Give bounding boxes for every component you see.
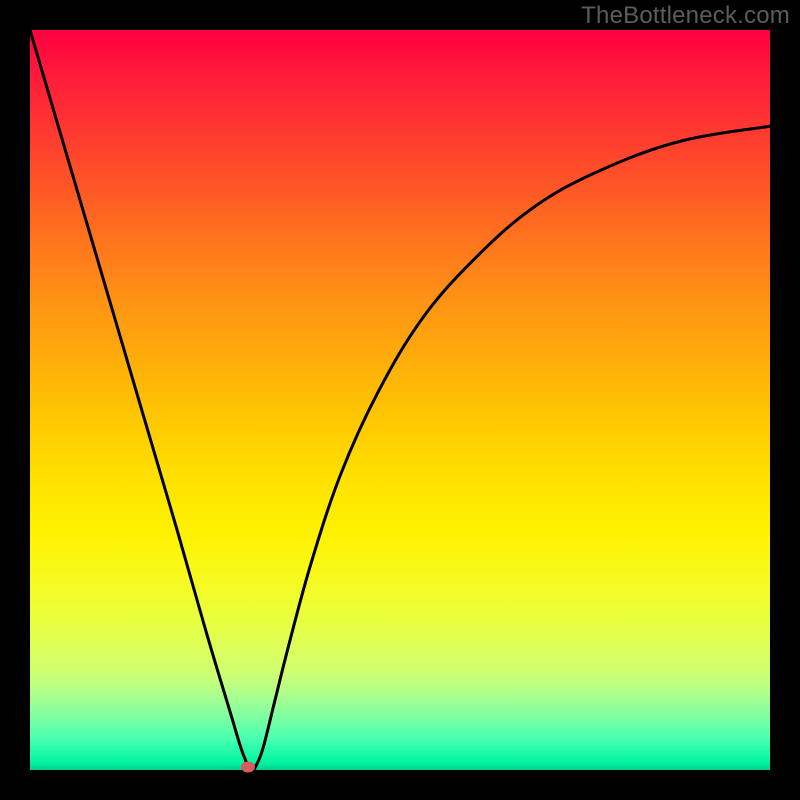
curve-svg [30, 30, 770, 770]
optimal-point-marker [241, 762, 255, 773]
watermark-text: TheBottleneck.com [581, 2, 790, 30]
bottleneck-curve [30, 30, 770, 770]
plot-area [30, 30, 770, 770]
chart-container: TheBottleneck.com [0, 0, 800, 800]
